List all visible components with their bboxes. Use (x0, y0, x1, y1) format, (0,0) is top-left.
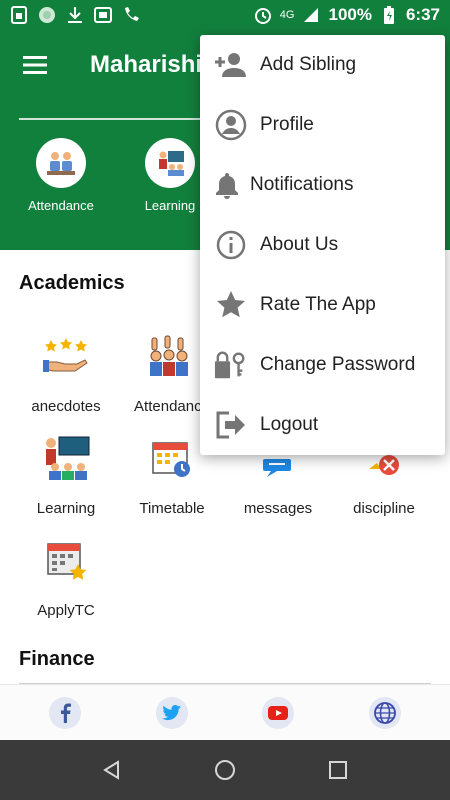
attendance-icon (144, 328, 200, 384)
recents-icon (329, 761, 347, 779)
menu-item-label: Logout (260, 414, 319, 435)
quick-attendance-label: Attendance (28, 198, 94, 213)
apply-tc-icon (38, 532, 94, 588)
signal-icon (302, 6, 320, 24)
grid-item-anecdotes[interactable]: anecdotes (13, 328, 119, 415)
menu-item-about-us[interactable]: About Us (200, 215, 445, 275)
globe-icon (374, 702, 396, 724)
profile-icon (214, 108, 248, 142)
menu-item-profile[interactable]: Profile (200, 95, 445, 155)
screenshot-icon (94, 6, 112, 24)
menu-item-label: Notifications (250, 174, 354, 195)
download-icon (66, 6, 84, 24)
menu-item-label: Rate The App (260, 294, 376, 315)
youtube-button[interactable] (262, 697, 294, 729)
facebook-button[interactable] (49, 697, 81, 729)
anecdotes-icon (38, 328, 94, 384)
bell-icon (210, 168, 244, 202)
circle-app-icon (38, 6, 56, 24)
overflow-menu: Add Sibling Profile Notifications About … (200, 35, 445, 455)
lock-icon (214, 348, 248, 382)
website-button[interactable] (369, 697, 401, 729)
star-icon (214, 288, 248, 322)
logout-icon (214, 408, 248, 442)
grid-item-label: Timetable (139, 500, 205, 517)
clock: 6:37 (405, 5, 440, 24)
learning-icon (38, 430, 94, 486)
nav-home-button[interactable] (213, 758, 237, 782)
add-person-icon (214, 48, 248, 82)
learning-icon (145, 138, 195, 188)
grid-item-label: discipline (353, 500, 415, 517)
alarm-icon (254, 6, 272, 24)
hamburger-icon (23, 56, 47, 74)
menu-item-notifications[interactable]: Notifications (200, 155, 445, 215)
grid-item-label: Learning (36, 500, 96, 517)
grid-item-label: anecdotes (31, 398, 101, 415)
status-bar: 4G 100% 6:37 (0, 0, 450, 30)
facebook-icon (61, 703, 71, 723)
app-title: Maharishi (90, 51, 203, 78)
network-type: 4G (279, 9, 295, 21)
menu-item-add-sibling[interactable]: Add Sibling (200, 35, 445, 95)
finance-title: Finance (19, 648, 95, 670)
home-icon (215, 760, 235, 780)
grid-item-learning[interactable]: Learning (13, 430, 119, 517)
quick-attendance[interactable]: Attendance (11, 138, 111, 213)
menu-item-label: Profile (260, 114, 314, 135)
grid-item-applytc[interactable]: ApplyTC (13, 532, 119, 619)
social-bar (0, 684, 450, 740)
youtube-icon (268, 706, 288, 720)
timetable-icon (144, 430, 200, 486)
attendance-icon (36, 138, 86, 188)
system-nav-bar (0, 740, 450, 800)
menu-item-label: About Us (260, 234, 339, 255)
menu-item-change-password[interactable]: Change Password (200, 335, 445, 395)
info-icon (214, 228, 248, 262)
nav-recents-button[interactable] (326, 758, 350, 782)
phone-icon (122, 6, 140, 24)
back-icon (103, 760, 119, 780)
menu-item-label: Add Sibling (260, 54, 357, 75)
academics-title: Academics (19, 272, 125, 294)
hamburger-menu-button[interactable] (0, 30, 70, 100)
grid-item-label: messages (243, 500, 313, 517)
sim-icon (10, 6, 28, 24)
grid-item-label: ApplyTC (37, 602, 95, 619)
nav-back-button[interactable] (100, 758, 124, 782)
battery-charging-icon (380, 6, 398, 24)
twitter-button[interactable] (156, 697, 188, 729)
twitter-icon (162, 705, 181, 721)
menu-item-logout[interactable]: Logout (200, 395, 445, 455)
menu-item-label: Change Password (260, 354, 416, 375)
battery-level: 100% (328, 5, 372, 24)
menu-item-rate-app[interactable]: Rate The App (200, 275, 445, 335)
